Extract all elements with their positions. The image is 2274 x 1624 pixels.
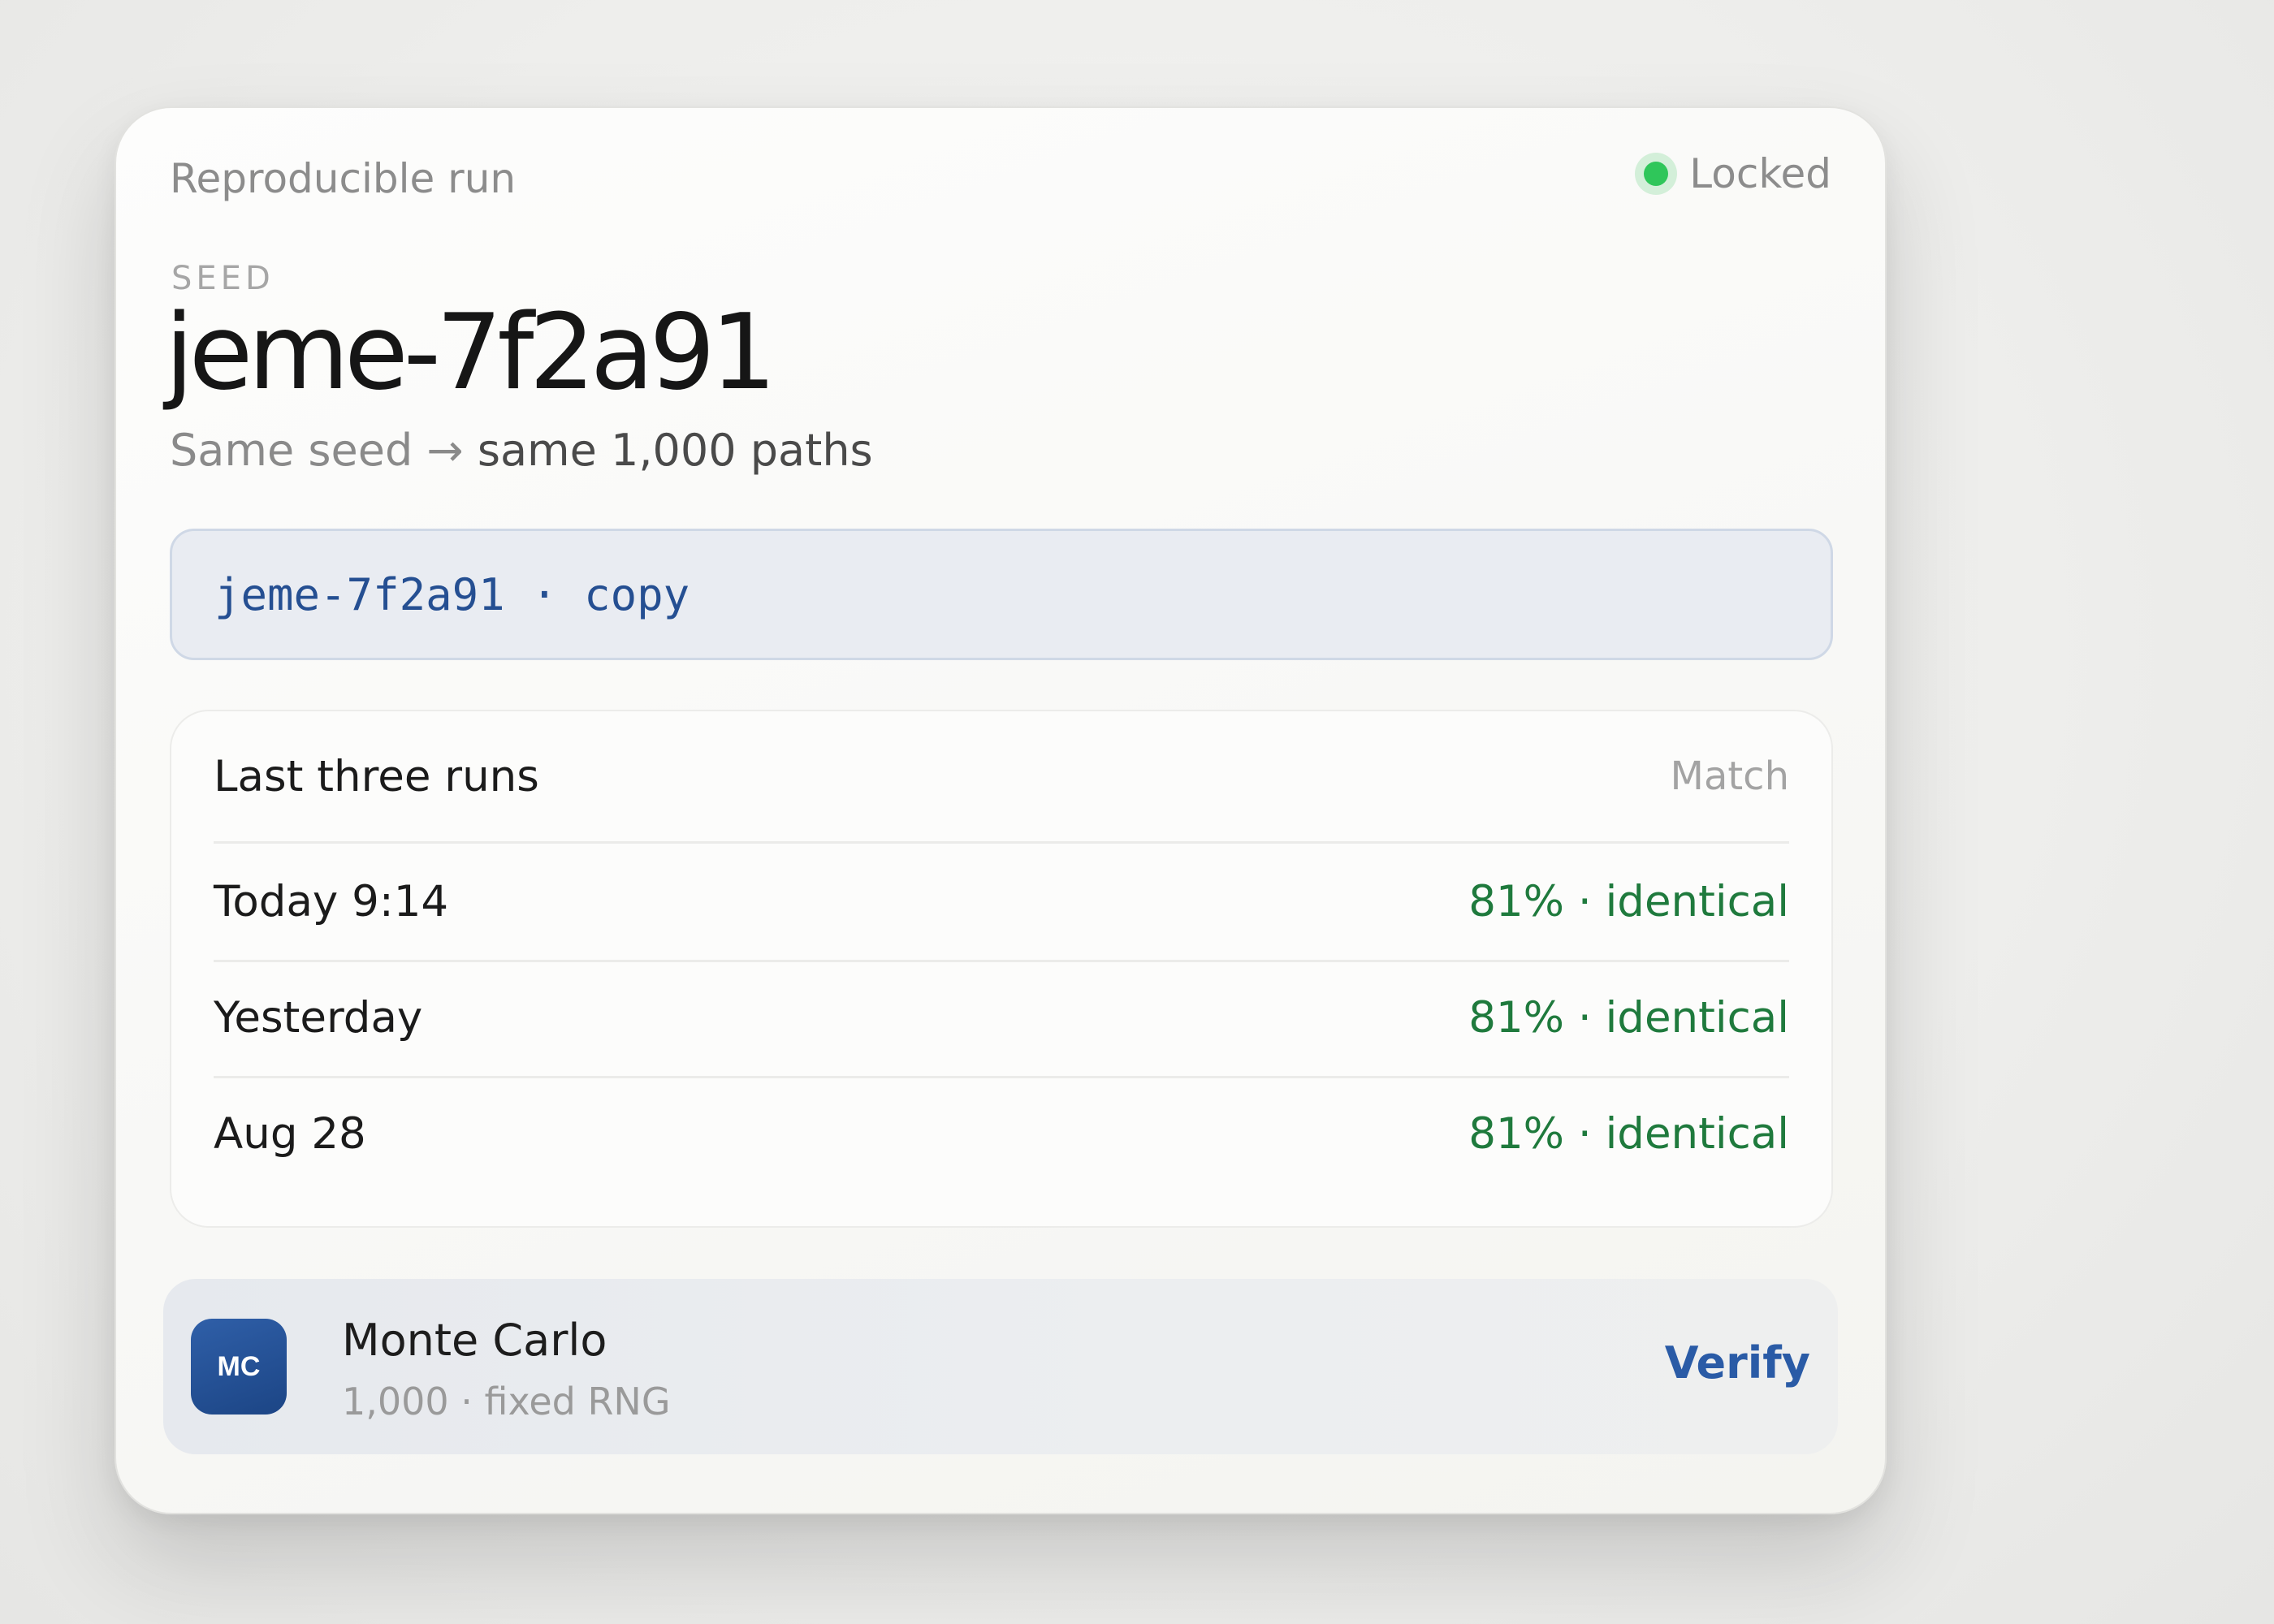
runs-panel: Last three runs Match Today 9:14 81% · i… [170,710,1833,1228]
run-match-result: 81% · identical [1468,877,1789,926]
seed-value: jeme-7f2a91 [165,292,776,413]
engine-meta: 1,000 · fixed RNG [342,1380,671,1423]
verify-button[interactable]: Verify [1665,1337,1810,1390]
engine-badge-text: MC [217,1350,261,1382]
runs-column-label: Match [1670,754,1789,799]
runs-title: Last three runs [214,751,539,801]
card-eyebrow: Reproducible run [170,155,517,202]
engine-bar: MC Monte Carlo 1,000 · fixed RNG Verify [163,1279,1838,1454]
reproducible-run-card: Reproducible run Locked SEED jeme-7f2a91… [115,106,1887,1514]
run-match-result: 81% · identical [1468,1109,1789,1159]
run-row: Today 9:14 81% · identical [214,844,1789,962]
runs-header: Last three runs Match [214,711,1789,844]
seed-caption: SEED [171,260,275,297]
engine-name: Monte Carlo [342,1315,607,1366]
copy-seed-text: jeme-7f2a91 · copy [214,568,690,620]
run-row: Yesterday 81% · identical [214,960,1789,1078]
seed-subtitle: Same seed → same 1,000 paths [170,426,873,474]
seed-subtitle-muted: Same seed → [170,425,464,476]
run-date: Yesterday [214,993,423,1043]
seed-subtitle-strong: same 1,000 paths [477,425,873,476]
status-dot-icon [1644,162,1669,186]
run-match-result: 81% · identical [1468,993,1789,1043]
run-date: Aug 28 [214,1109,366,1159]
copy-seed-button[interactable]: jeme-7f2a91 · copy [170,529,1833,660]
run-row: Aug 28 81% · identical [214,1076,1789,1192]
run-date: Today 9:14 [214,877,449,926]
status-label: Locked [1689,150,1831,197]
engine-badge-icon: MC [191,1319,287,1415]
status-indicator: Locked [1644,153,1831,194]
